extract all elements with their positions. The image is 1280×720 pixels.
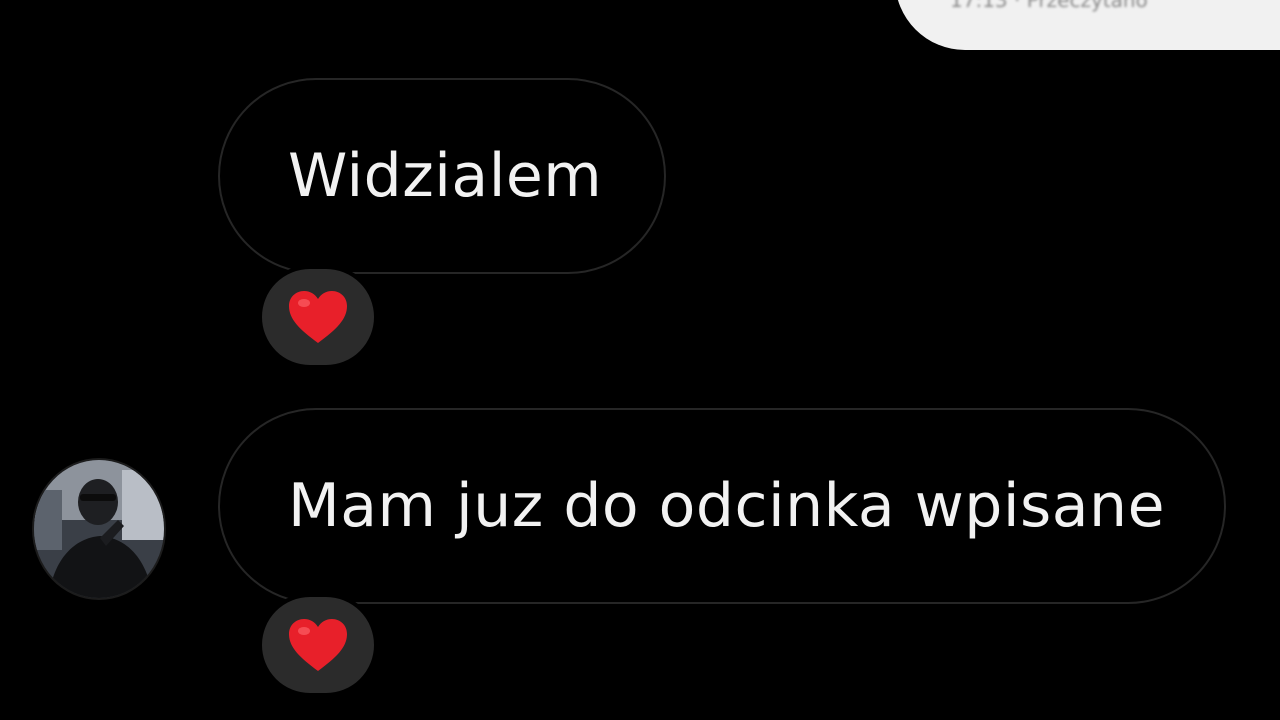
heart-emoji-icon: [289, 619, 347, 671]
incoming-message-bubble[interactable]: Mam juz do odcinka wpisane: [218, 408, 1226, 604]
reaction-badge[interactable]: [258, 265, 378, 369]
heart-emoji-icon: [289, 291, 347, 343]
message-text: Mam juz do odcinka wpisane: [288, 471, 1165, 541]
incoming-message-bubble[interactable]: Widzialem: [218, 78, 666, 274]
avatar[interactable]: [32, 458, 166, 600]
outgoing-message-text: 17:13 · Przeczytano: [950, 0, 1148, 12]
outgoing-message-bubble[interactable]: 17:13 · Przeczytano: [895, 0, 1280, 50]
reaction-badge[interactable]: [258, 593, 378, 697]
chat-screen: 17:13 · Przeczytano Widzialem Mam juz do…: [0, 0, 1280, 720]
message-text: Widzialem: [288, 141, 603, 211]
avatar-photo: [34, 460, 164, 598]
